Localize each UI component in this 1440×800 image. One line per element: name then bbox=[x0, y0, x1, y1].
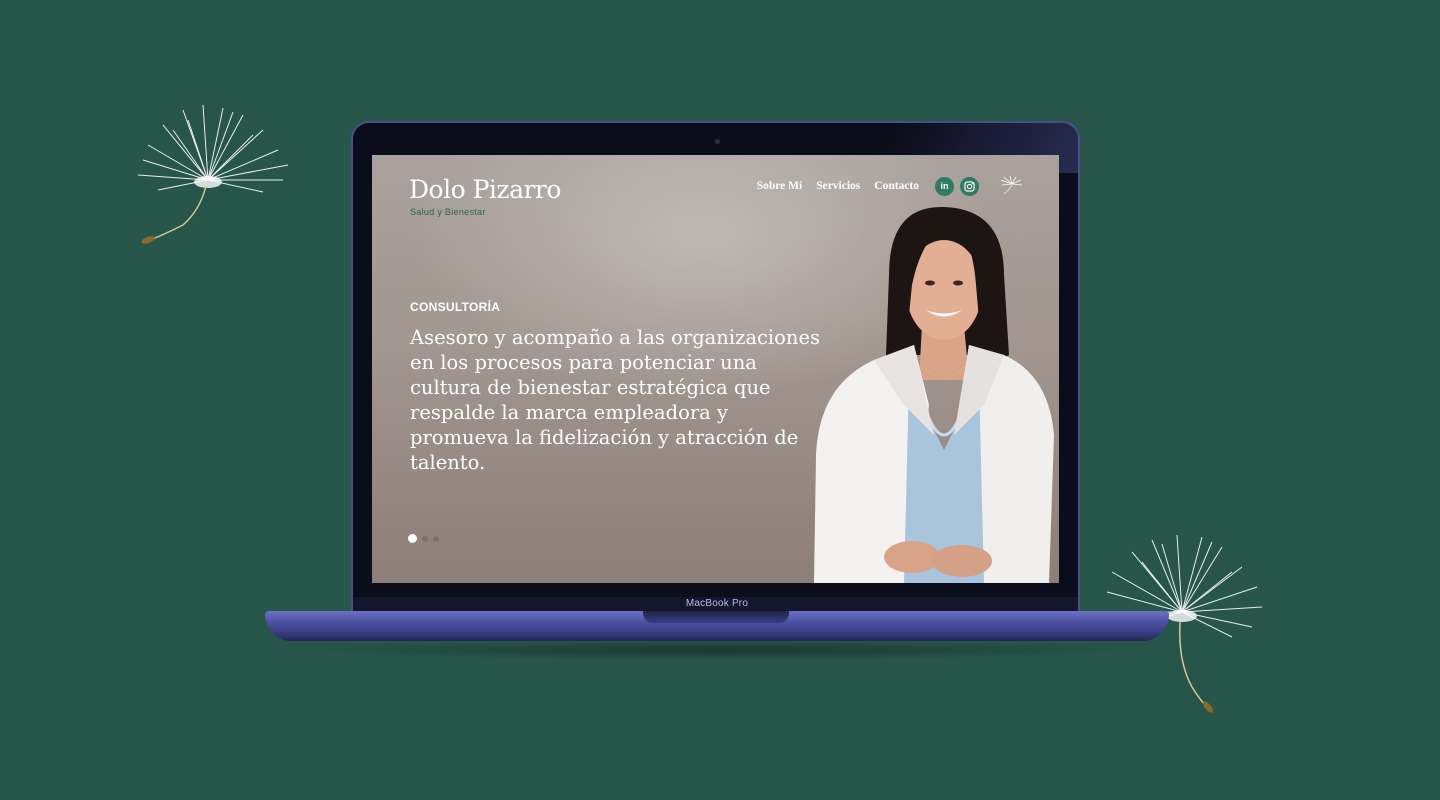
linkedin-icon[interactable]: in bbox=[935, 176, 954, 196]
slider-dot-active[interactable] bbox=[408, 534, 417, 543]
nav-link-servicios[interactable]: Servicios bbox=[816, 180, 860, 192]
website-screen: Dolo Pizarro Salud y Bienestar Sobre Mí … bbox=[372, 155, 1059, 583]
dandelion-menu-icon[interactable] bbox=[999, 176, 1023, 196]
slider-dots bbox=[408, 534, 439, 543]
device-label: MacBook Pro bbox=[685, 598, 749, 609]
main-nav: Sobre Mí Servicios Contacto in bbox=[757, 175, 1023, 197]
social-links: in bbox=[935, 176, 979, 196]
brand-logo[interactable]: Dolo Pizarro bbox=[409, 175, 561, 204]
brand-tagline: Salud y Bienestar bbox=[410, 207, 486, 217]
slider-dot[interactable] bbox=[433, 535, 439, 542]
hero-eyebrow: CONSULTORÍA bbox=[410, 300, 501, 314]
dandelion-seed-icon bbox=[137, 104, 289, 244]
laptop-base: MacBook Pro bbox=[265, 598, 1169, 641]
nav-link-contacto[interactable]: Contacto bbox=[874, 180, 919, 192]
slider-dot[interactable] bbox=[422, 535, 428, 542]
nav-link-sobre-mi[interactable]: Sobre Mí bbox=[757, 180, 802, 192]
instagram-icon[interactable] bbox=[960, 176, 979, 196]
portrait-image bbox=[814, 206, 1054, 583]
hero-headline: Asesoro y acompaño a las organizaciones … bbox=[410, 326, 820, 474]
camera-icon bbox=[715, 139, 720, 144]
